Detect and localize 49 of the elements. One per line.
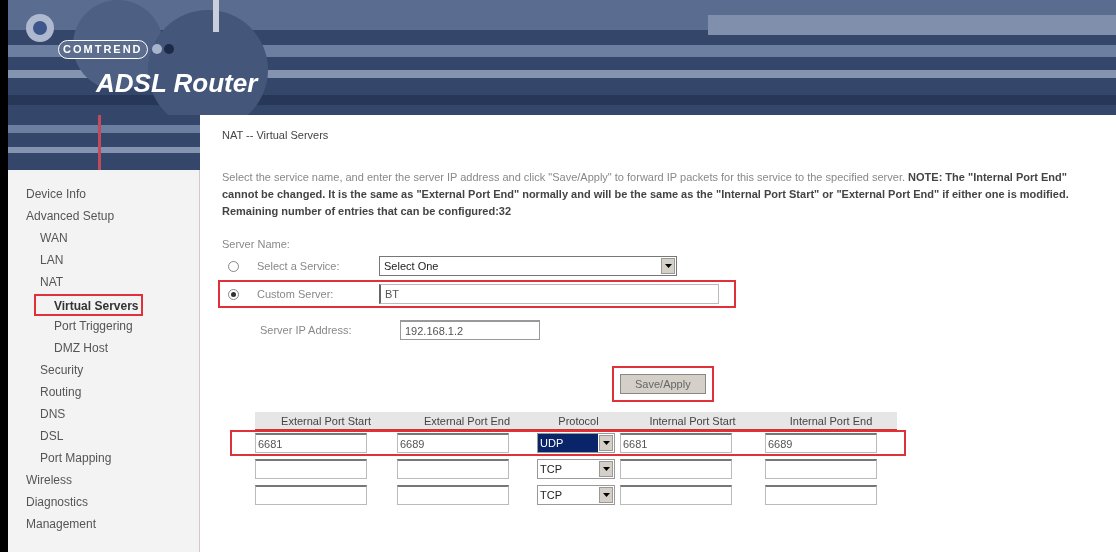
nav-link[interactable]: Advanced Setup <box>8 206 199 228</box>
column-header: Internal Port Start <box>620 412 765 430</box>
column-header: Protocol <box>537 412 620 430</box>
nav-link[interactable]: Management <box>8 514 199 536</box>
protocol-dropdown[interactable]: UDP <box>537 433 615 453</box>
nav-link[interactable]: Wireless <box>8 470 199 492</box>
nav-link[interactable]: Device Info <box>8 184 199 206</box>
field-label: Server IP Address: <box>260 322 353 338</box>
nav-link[interactable]: Diagnostics <box>8 492 199 514</box>
port-field[interactable]: 6681 <box>255 433 367 453</box>
column-header: External Port End <box>397 412 537 430</box>
page-title: NAT -- Virtual Servers <box>222 128 330 143</box>
port-field[interactable]: 6689 <box>765 433 877 453</box>
port-field[interactable] <box>765 459 877 479</box>
field-label: Select a Service: <box>256 258 341 274</box>
nav-link[interactable]: Virtual Servers <box>34 294 143 316</box>
port-field[interactable] <box>397 459 509 479</box>
port-field[interactable] <box>620 459 732 479</box>
port-field[interactable] <box>620 485 732 505</box>
description: Select the service name, and enter the server IP address and click "Save/Apply" to forward IP packets for this service to the specified server. NOTE: The "Internal Port End" cannot be changed. It is the same as "External Port End" normally and will be the same as the "Internal Port Start" or "External Port End" if either one is modified. <box>222 169 1070 202</box>
nav-link[interactable]: Security <box>8 360 199 382</box>
port-field[interactable] <box>255 485 367 505</box>
radio-button[interactable] <box>228 288 239 300</box>
nav-link[interactable]: NAT <box>8 272 199 294</box>
service-dropdown[interactable]: Select One <box>379 256 677 276</box>
save-apply-button[interactable]: Save/Apply <box>620 374 706 394</box>
column-header: External Port Start <box>255 412 397 430</box>
nav-link[interactable]: DNS <box>8 404 199 426</box>
ip-address-field[interactable]: 192.168.1.2 <box>400 320 540 340</box>
nav-link[interactable]: DSL <box>8 426 199 448</box>
column-header: Internal Port End <box>765 412 897 430</box>
port-field[interactable] <box>765 485 877 505</box>
port-field[interactable]: 6689 <box>397 433 509 453</box>
nav-link[interactable]: LAN <box>8 250 199 272</box>
protocol-dropdown[interactable]: TCP <box>537 459 615 479</box>
nav-link[interactable]: Routing <box>8 382 199 404</box>
port-field[interactable]: 6681 <box>620 433 732 453</box>
nav-link[interactable]: Port Triggering <box>8 316 199 338</box>
section-label: Server Name: <box>222 236 291 252</box>
port-field[interactable] <box>397 485 509 505</box>
field-label: Custom Server: <box>256 286 335 302</box>
port-field[interactable] <box>255 459 367 479</box>
nav-link[interactable]: DMZ Host <box>8 338 199 360</box>
remaining-entries-text: Remaining number of entries that can be configured:32 <box>222 203 513 219</box>
protocol-dropdown[interactable]: TCP <box>537 485 615 505</box>
nav-link[interactable]: Port Mapping <box>8 448 199 470</box>
nav-link[interactable]: WAN <box>8 228 199 250</box>
custom-server-field[interactable]: BT <box>379 284 719 304</box>
radio-button[interactable] <box>228 260 239 272</box>
